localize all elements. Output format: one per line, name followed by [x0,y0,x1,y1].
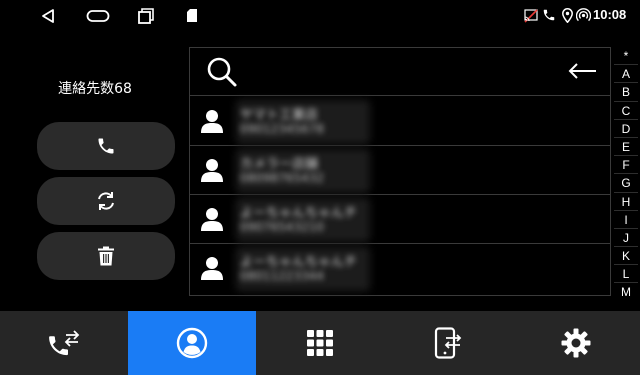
person-icon [201,110,223,133]
hotspot-icon [576,8,591,22]
contact-number: 08098765432 [240,171,324,185]
contact-number: 09012345678 [240,122,324,136]
alpha-index-item[interactable]: D [614,120,638,138]
nav-settings[interactable] [512,311,640,375]
alpha-index-item[interactable]: J [614,229,638,248]
contact-row[interactable]: よーちゃんちゃんチ 09076543210 [190,195,610,244]
clock-time: 10:08 [593,7,627,22]
phone-icon [543,9,555,21]
contact-name: よーちゃんちゃんチ [240,255,358,270]
search-bar[interactable] [190,48,610,96]
contact-row[interactable]: よーちゃんちゃんチ 08011223344 [190,244,610,293]
sd-card-icon [187,9,197,22]
contact-number: 08011223344 [240,269,324,283]
contacts-icon [176,327,208,359]
nav-call-log[interactable] [0,311,128,375]
home-icon[interactable] [86,9,110,23]
bottom-nav [0,311,640,375]
alpha-index-item[interactable]: H [614,193,638,211]
recents-icon[interactable] [137,7,155,25]
alpha-index-item[interactable]: E [614,138,638,157]
alpha-index-item[interactable]: M [614,283,638,296]
alpha-index-item[interactable]: F [614,156,638,175]
contact-row[interactable]: ヤマト工業店 09012345678 [190,97,610,146]
trash-icon [98,246,114,266]
nav-dialpad[interactable] [256,311,384,375]
call-button[interactable] [37,122,175,170]
nav-contacts[interactable] [128,311,256,375]
search-icon[interactable] [206,56,238,88]
alpha-index-item[interactable]: B [614,83,638,102]
contact-list: ヤマト工業店 09012345678 カメラー店舗 08098765432 よー… [189,47,611,296]
contact-number: 09076543210 [240,220,324,234]
status-bar: 10:08 [0,0,640,32]
location-icon [562,8,573,23]
alpha-index-item[interactable]: K [614,247,638,266]
alpha-index-item[interactable]: G [614,174,638,193]
call-icon [98,138,114,154]
person-icon [201,208,223,231]
cast-off-icon [524,9,538,23]
contact-row[interactable]: カメラー店舗 08098765432 [190,146,610,195]
alpha-index-item[interactable]: * [614,47,638,66]
arrow-left-icon[interactable] [568,61,598,81]
dialpad-icon [307,330,333,356]
nav-phone-transfer[interactable] [384,311,512,375]
contact-name: よーちゃんちゃんチ [240,206,358,221]
alphabet-index[interactable]: * A B C D E F G H I J K L M [614,47,638,296]
alpha-index-item[interactable]: I [614,211,638,229]
person-icon [201,257,223,280]
call-log-icon [49,330,80,356]
sync-icon [98,192,114,210]
contact-name: カメラー店舗 [240,157,319,172]
delete-button[interactable] [37,232,175,280]
phone-transfer-icon [434,327,462,359]
contact-name: ヤマト工業店 [240,108,319,123]
contact-count-label: 連絡先数68 [58,81,132,97]
alpha-index-item[interactable]: C [614,102,638,120]
settings-gear-icon [561,328,591,358]
back-icon[interactable] [40,8,56,24]
alpha-index-item[interactable]: L [614,265,638,284]
person-icon [201,159,223,182]
sync-button[interactable] [37,177,175,225]
alpha-index-item[interactable]: A [614,65,638,84]
